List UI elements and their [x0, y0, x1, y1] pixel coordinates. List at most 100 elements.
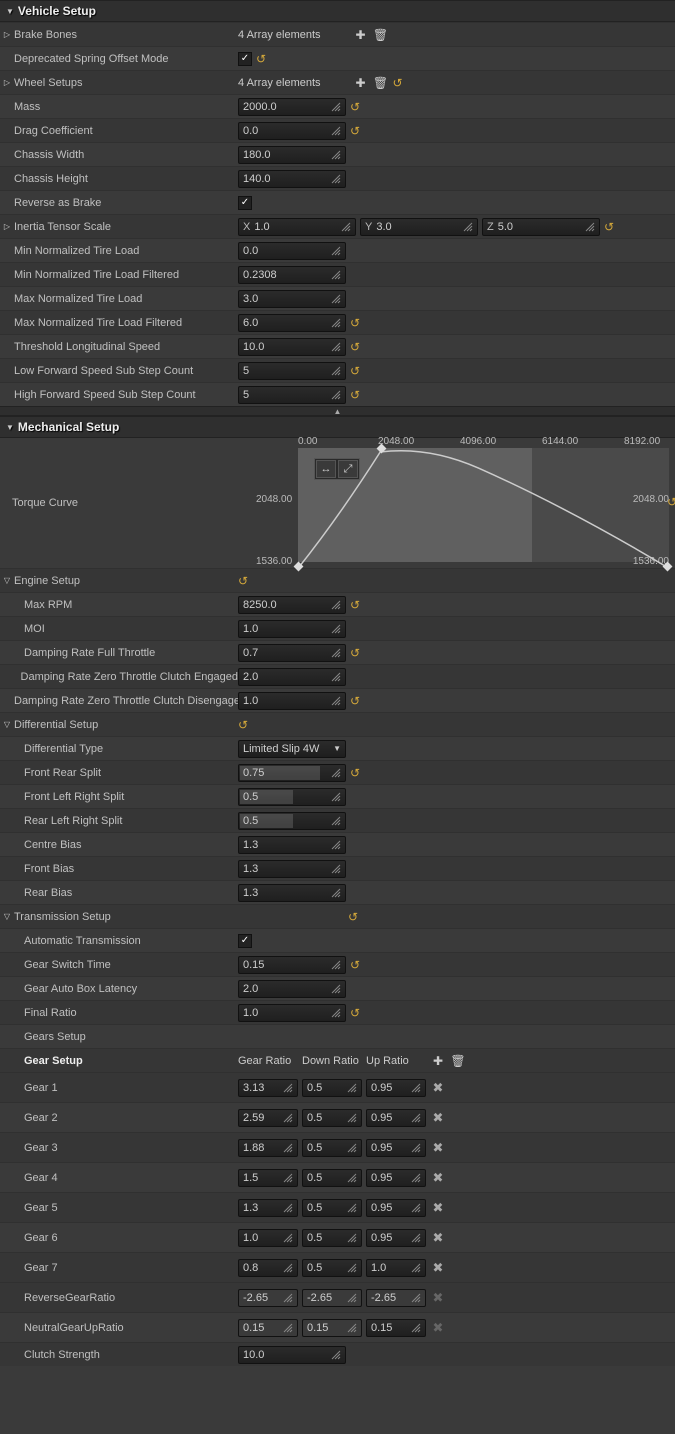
- gear-up-input[interactable]: 1.0: [366, 1259, 426, 1277]
- torque-curve-chart[interactable]: 0.00 2048.00 4096.00 6144.00 8192.00 204…: [238, 438, 675, 568]
- inertia-x-input[interactable]: X1.0: [238, 218, 356, 236]
- gear-latency-input[interactable]: 2.0: [238, 980, 346, 998]
- auto-trans-checkbox[interactable]: ✓: [238, 934, 252, 948]
- front-bias-input[interactable]: 1.3: [238, 860, 346, 878]
- gear-down-input[interactable]: 0.5: [302, 1139, 362, 1157]
- deprecated-spring-checkbox[interactable]: ✓: [238, 52, 252, 66]
- reset-icon[interactable]: ↺: [350, 695, 360, 707]
- reverse-brake-checkbox[interactable]: ✓: [238, 196, 252, 210]
- gear-ratio-input[interactable]: 1.0: [238, 1229, 298, 1247]
- reset-icon[interactable]: ↺: [256, 53, 266, 65]
- front-rear-input[interactable]: 0.75: [238, 764, 346, 782]
- thresh-long-input[interactable]: 10.0: [238, 338, 346, 356]
- trash-icon[interactable]: 🗑: [373, 28, 389, 42]
- trash-icon[interactable]: 🗑: [450, 1054, 466, 1068]
- drag-input[interactable]: 0.0: [238, 122, 346, 140]
- high-fwd-input[interactable]: 5: [238, 386, 346, 404]
- delete-gear-icon[interactable]: ✖: [430, 1200, 446, 1216]
- flr-input[interactable]: 0.5: [238, 788, 346, 806]
- reset-icon[interactable]: ↺: [238, 575, 248, 587]
- gear-ratio-input[interactable]: 1.88: [238, 1139, 298, 1157]
- reset-icon[interactable]: ↺: [348, 911, 358, 923]
- neutral-u-input[interactable]: 0.15: [366, 1319, 426, 1337]
- delete-gear-icon[interactable]: ✖: [430, 1170, 446, 1186]
- gear-ratio-input[interactable]: 2.59: [238, 1109, 298, 1127]
- gear-up-input[interactable]: 0.95: [366, 1169, 426, 1187]
- gear-down-input[interactable]: 0.5: [302, 1199, 362, 1217]
- chassis-width-input[interactable]: 180.0: [238, 146, 346, 164]
- gear-down-input[interactable]: 0.5: [302, 1229, 362, 1247]
- reset-icon[interactable]: ↺: [667, 496, 675, 508]
- gear-down-input[interactable]: 0.5: [302, 1079, 362, 1097]
- damp-z-eng-input[interactable]: 2.0: [238, 668, 346, 686]
- delete-gear-icon[interactable]: ✖: [430, 1110, 446, 1126]
- inertia-z-input[interactable]: Z5.0: [482, 218, 600, 236]
- collapse-handle[interactable]: ▲: [0, 406, 675, 416]
- low-fwd-input[interactable]: 5: [238, 362, 346, 380]
- gear-up-input[interactable]: 0.95: [366, 1079, 426, 1097]
- final-ratio-input[interactable]: 1.0: [238, 1004, 346, 1022]
- delete-gear-icon[interactable]: ✖: [430, 1260, 446, 1276]
- gear-down-input[interactable]: 0.5: [302, 1109, 362, 1127]
- reset-icon[interactable]: ↺: [350, 1007, 360, 1019]
- add-icon[interactable]: ✚: [353, 28, 369, 42]
- chassis-height-input[interactable]: 140.0: [238, 170, 346, 188]
- expand-icon[interactable]: ▷: [2, 222, 12, 231]
- gear-ratio-input[interactable]: 0.8: [238, 1259, 298, 1277]
- clutch-input[interactable]: 10.0: [238, 1346, 346, 1364]
- section-vehicle-setup[interactable]: ▼ Vehicle Setup: [0, 0, 675, 22]
- damp-z-dis-input[interactable]: 1.0: [238, 692, 346, 710]
- gear-ratio-input[interactable]: 1.5: [238, 1169, 298, 1187]
- reset-icon[interactable]: ↺: [350, 389, 360, 401]
- chevron-down-icon[interactable]: ▽: [2, 576, 12, 585]
- gear-ratio-input[interactable]: 1.3: [238, 1199, 298, 1217]
- diff-type-dropdown[interactable]: Limited Slip 4W▼: [238, 740, 346, 758]
- section-mechanical-setup[interactable]: ▼ Mechanical Setup: [0, 416, 675, 438]
- reset-icon[interactable]: ↺: [350, 317, 360, 329]
- gear-switch-input[interactable]: 0.15: [238, 956, 346, 974]
- chevron-down-icon[interactable]: ▽: [2, 720, 12, 729]
- max-tire-f-input[interactable]: 6.0: [238, 314, 346, 332]
- min-tire-input[interactable]: 0.0: [238, 242, 346, 260]
- max-tire-input[interactable]: 3.0: [238, 290, 346, 308]
- reset-icon[interactable]: ↺: [604, 221, 614, 233]
- rear-bias-input[interactable]: 1.3: [238, 884, 346, 902]
- zoom-horizontal-button[interactable]: ↔: [316, 460, 336, 478]
- moi-input[interactable]: 1.0: [238, 620, 346, 638]
- add-gear-icon[interactable]: ✚: [430, 1054, 446, 1068]
- gear-up-input[interactable]: 0.95: [366, 1229, 426, 1247]
- trash-icon[interactable]: 🗑: [373, 76, 389, 90]
- reset-icon[interactable]: ↺: [350, 647, 360, 659]
- gear-ratio-input[interactable]: 3.13: [238, 1079, 298, 1097]
- gear-up-input[interactable]: 0.95: [366, 1199, 426, 1217]
- reset-icon[interactable]: ↺: [238, 719, 248, 731]
- damp-full-input[interactable]: 0.7: [238, 644, 346, 662]
- gear-up-input[interactable]: 0.95: [366, 1109, 426, 1127]
- mass-input[interactable]: 2000.0: [238, 98, 346, 116]
- centre-bias-input[interactable]: 1.3: [238, 836, 346, 854]
- add-icon[interactable]: ✚: [353, 76, 369, 90]
- max-rpm-input[interactable]: 8250.0: [238, 596, 346, 614]
- reset-icon[interactable]: ↺: [393, 77, 403, 89]
- zoom-fit-button[interactable]: ⤢: [338, 460, 358, 478]
- reset-icon[interactable]: ↺: [350, 125, 360, 137]
- reset-icon[interactable]: ↺: [350, 959, 360, 971]
- gear-down-input[interactable]: 0.5: [302, 1169, 362, 1187]
- delete-gear-icon[interactable]: ✖: [430, 1080, 446, 1096]
- reset-icon[interactable]: ↺: [350, 101, 360, 113]
- reset-icon[interactable]: ↺: [350, 341, 360, 353]
- inertia-y-input[interactable]: Y3.0: [360, 218, 478, 236]
- delete-gear-icon[interactable]: ✖: [430, 1230, 446, 1246]
- min-tire-f-input[interactable]: 0.2308: [238, 266, 346, 284]
- chevron-down-icon[interactable]: ▽: [2, 912, 12, 921]
- expand-icon[interactable]: ▷: [2, 30, 12, 39]
- rlr-input[interactable]: 0.5: [238, 812, 346, 830]
- reverse-r-input[interactable]: -2.65: [238, 1289, 298, 1307]
- reset-icon[interactable]: ↺: [350, 365, 360, 377]
- reset-icon[interactable]: ↺: [350, 767, 360, 779]
- reset-icon[interactable]: ↺: [350, 599, 360, 611]
- expand-icon[interactable]: ▷: [2, 78, 12, 87]
- gear-down-input[interactable]: 0.5: [302, 1259, 362, 1277]
- delete-gear-icon[interactable]: ✖: [430, 1140, 446, 1156]
- gear-up-input[interactable]: 0.95: [366, 1139, 426, 1157]
